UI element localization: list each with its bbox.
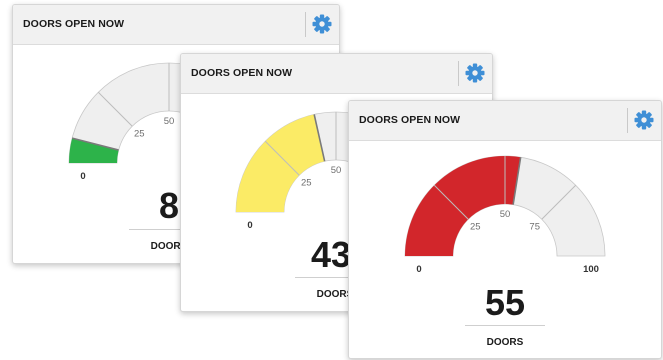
gauge-fill: [236, 114, 325, 212]
gauge-value: 55: [484, 282, 526, 323]
gauge-tick-label: 25: [301, 177, 312, 188]
gauge-tick-label: 50: [164, 116, 175, 127]
gauge-unit-label: DOORS: [486, 337, 524, 348]
gauge-tick-label: 100: [583, 264, 599, 275]
gauge-tick-label: 25: [134, 128, 145, 139]
gauge-fill: [405, 156, 521, 256]
gauge-tick-label: 50: [500, 209, 511, 220]
readout-divider: [465, 325, 545, 326]
gauge-tick-label: 0: [247, 220, 252, 231]
gauge-tick-label: 25: [470, 221, 481, 232]
gauge-tick-label: 75: [529, 221, 540, 232]
gauge-tick-label: 50: [331, 165, 342, 176]
gauge-tick-label: 0: [80, 171, 85, 182]
widget-card-doors-red: DOORS OPEN NOW 0 25 50 75 100 55 DOORS: [348, 100, 662, 359]
gauge-tick-label: 0: [416, 264, 421, 275]
